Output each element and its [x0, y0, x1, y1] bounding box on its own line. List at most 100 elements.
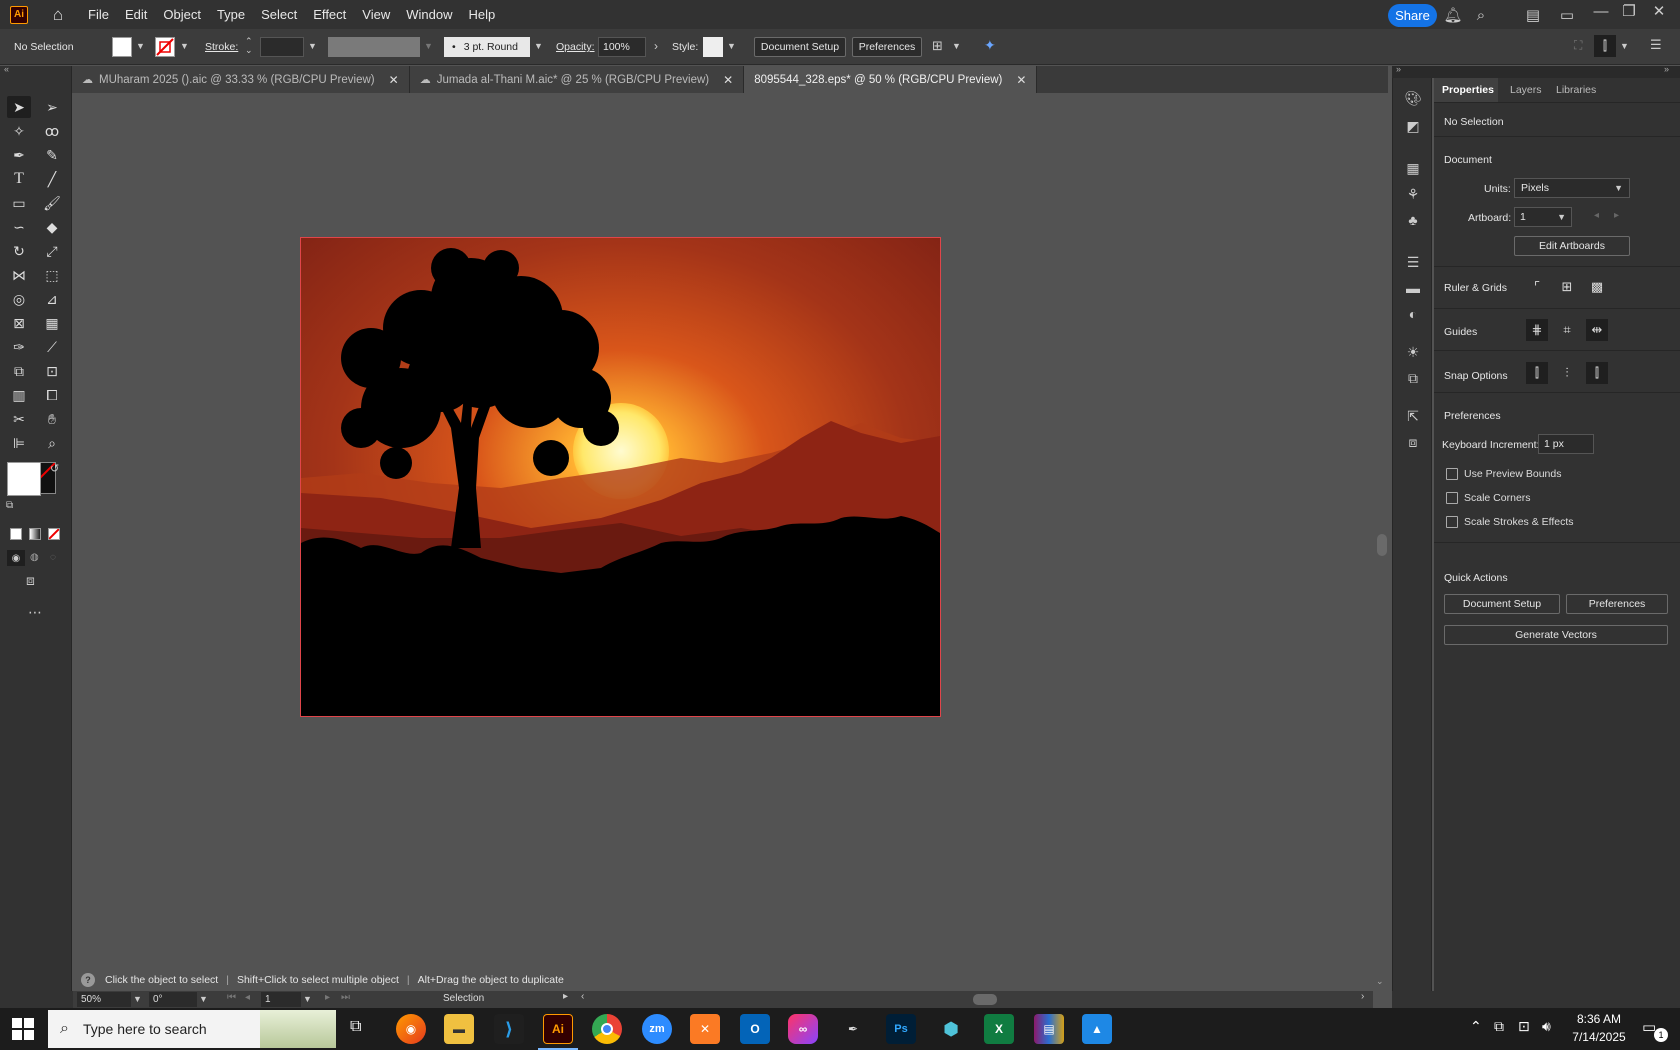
eraser-tool-icon[interactable]: ◆	[40, 216, 64, 238]
brushes-icon[interactable]: ⚘	[1403, 184, 1423, 204]
stroke-dropdown-icon[interactable]: ▼	[180, 41, 189, 51]
scale-tool-icon[interactable]: ⤢	[40, 240, 64, 262]
zoom-dropdown-icon[interactable]: ▼	[133, 994, 142, 1004]
clock-time[interactable]: 8:36 AM	[1568, 1012, 1630, 1026]
symbol-sprayer-tool-icon[interactable]: ⊡	[40, 360, 64, 382]
width-tool-icon[interactable]: ⋈	[7, 264, 31, 286]
creative-cloud-icon[interactable]: ∞	[788, 1014, 818, 1044]
illustrator-icon[interactable]: Ai	[543, 1014, 573, 1044]
opacity-arrow-icon[interactable]: ›	[654, 39, 658, 53]
chrome-icon[interactable]	[592, 1014, 622, 1044]
search-icon[interactable]: ⌕	[1470, 4, 1492, 26]
home-icon[interactable]: ⌂	[48, 5, 68, 25]
fill-swatch[interactable]	[112, 37, 132, 57]
lock-guides-icon[interactable]: ⌗	[1556, 319, 1578, 341]
none-mode-icon[interactable]	[48, 528, 60, 540]
zoom-icon[interactable]: zm	[642, 1014, 672, 1044]
stroke-weight-input[interactable]	[260, 37, 304, 57]
line-tool-icon[interactable]: ╱	[40, 168, 64, 190]
snap-to-grid-icon[interactable]: ⫶	[1556, 362, 1578, 384]
column-graph-tool-icon[interactable]: ▥	[7, 384, 31, 406]
tab-muharam[interactable]: ☁ MUharam 2025 ().aic @ 33.33 % (RGB/CPU…	[72, 66, 410, 93]
draw-inside-icon[interactable]: ◌	[50, 552, 56, 563]
tab-layers[interactable]: Layers	[1502, 78, 1550, 102]
show-hidden-icons-icon[interactable]: ⌃	[1470, 1018, 1482, 1035]
brush-dropdown-icon[interactable]: ▼	[534, 41, 543, 51]
scale-strokes-checkbox[interactable]	[1446, 516, 1458, 528]
preferences-button[interactable]: Preferences	[852, 37, 922, 57]
prev-artboard-icon[interactable]: ◂	[1594, 210, 1599, 221]
close-tab-icon[interactable]: ✕	[389, 73, 399, 87]
smart-guides-icon[interactable]: ⇹	[1586, 319, 1608, 341]
menu-file[interactable]: File	[80, 7, 117, 22]
menu-edit[interactable]: Edit	[117, 7, 155, 22]
snap-to-pixel-icon[interactable]: ⫿	[1586, 362, 1608, 384]
measure-tool-icon[interactable]: ⟋	[40, 336, 64, 358]
align-dropdown-icon[interactable]: ▼	[952, 41, 961, 51]
share-button[interactable]: Share	[1388, 4, 1437, 27]
lasso-tool-icon[interactable]: ꝏ	[40, 120, 64, 142]
edit-artboards-button[interactable]: Edit Artboards	[1514, 236, 1630, 256]
edit-toolbar-icon[interactable]: ⋯	[28, 604, 42, 621]
shape-builder-tool-icon[interactable]: ◎	[7, 288, 31, 310]
stroke-label[interactable]: Stroke:	[205, 41, 238, 53]
xampp-icon[interactable]: ✕	[690, 1014, 720, 1044]
photoshop-icon[interactable]: Ps	[886, 1014, 916, 1044]
artboard-tool-icon[interactable]: ⧠	[40, 384, 64, 406]
stroke-stepper[interactable]: ⌃ ⌄	[245, 37, 253, 55]
free-transform-tool-icon[interactable]: ⬚	[40, 264, 64, 286]
gradient-panel-icon[interactable]: ▬	[1403, 278, 1423, 298]
artboard-nav-dropdown-icon[interactable]: ▼	[303, 994, 312, 1004]
vscode-icon[interactable]: ⟩	[494, 1014, 524, 1044]
horizontal-scroll-thumb[interactable]	[973, 994, 997, 1005]
appearance-icon[interactable]: ☀︎	[1403, 342, 1423, 362]
snap-icon[interactable]: ⫿	[1594, 35, 1616, 57]
rotate-tool-icon[interactable]: ↻	[7, 240, 31, 262]
quick-document-setup-button[interactable]: Document Setup	[1444, 594, 1560, 614]
panel-menu-icon[interactable]: ☰	[1650, 37, 1662, 53]
stroke-panel-icon[interactable]: ☰	[1403, 252, 1423, 272]
outlook-icon[interactable]: O	[740, 1014, 770, 1044]
bell-icon[interactable]: 🔔︎	[1442, 4, 1464, 26]
restore-icon[interactable]: ❐	[1618, 0, 1640, 22]
zoom-input[interactable]: 50%	[77, 992, 131, 1007]
status-menu-icon[interactable]: ▸	[563, 991, 568, 1002]
artboard-dropdown[interactable]: 1 ▼	[1514, 207, 1572, 227]
tab-properties[interactable]: Properties	[1434, 78, 1498, 102]
collapse-panel-icon[interactable]: »	[1664, 64, 1669, 74]
menu-help[interactable]: Help	[460, 7, 503, 22]
stroke-swatch[interactable]	[155, 37, 175, 57]
arrange-documents-icon[interactable]: ▭	[1556, 4, 1578, 26]
stroke-weight-dropdown-icon[interactable]: ▼	[308, 41, 317, 51]
profile-dropdown-icon[interactable]: ▼	[424, 41, 433, 51]
opacity-label[interactable]: Opacity:	[556, 41, 595, 53]
document-setup-button[interactable]: Document Setup	[754, 37, 846, 57]
units-dropdown[interactable]: Pixels ▼	[1514, 178, 1630, 198]
selection-tool-icon[interactable]: ➤	[7, 96, 31, 118]
fill-dropdown-icon[interactable]: ▼	[136, 41, 145, 51]
close-window-icon[interactable]: ✕	[1648, 0, 1670, 22]
screen-mode-icon[interactable]: ⧈	[26, 572, 35, 589]
color-panel-icon[interactable]: 🎨︎	[1403, 88, 1423, 108]
rotate-view-tool-icon[interactable]: ⊫	[7, 432, 31, 454]
tray-app-icon[interactable]: ⧉	[1494, 1018, 1504, 1035]
tab-jumada[interactable]: ☁ Jumada al-Thani M.aic* @ 25 % (RGB/CPU…	[409, 66, 745, 93]
clock-date[interactable]: 7/14/2025	[1568, 1030, 1630, 1044]
quick-preferences-button[interactable]: Preferences	[1566, 594, 1668, 614]
export-icon[interactable]: ⇱	[1403, 406, 1423, 426]
vertical-scroll-thumb[interactable]	[1377, 534, 1387, 556]
arrange-icon[interactable]: ⛶	[1574, 38, 1582, 53]
rectangle-tool-icon[interactable]: ▭	[7, 192, 31, 214]
graphic-style-swatch[interactable]	[703, 37, 723, 57]
type-tool-icon[interactable]: T	[7, 168, 31, 190]
generate-vectors-button[interactable]: Generate Vectors	[1444, 625, 1668, 645]
gradient-mode-icon[interactable]	[29, 528, 41, 540]
direct-selection-tool-icon[interactable]: ➢	[40, 96, 64, 118]
style-dropdown-icon[interactable]: ▼	[727, 41, 736, 51]
tab-libraries[interactable]: Libraries	[1548, 78, 1604, 102]
network-icon[interactable]: ⊡	[1518, 1018, 1530, 1035]
symbols-icon[interactable]: ♣	[1403, 210, 1423, 230]
vertical-scrollbar[interactable]: ⌄	[1374, 94, 1390, 991]
keyboard-increment-input[interactable]: 1 px	[1538, 434, 1594, 454]
tab-8095544[interactable]: 8095544_328.eps* @ 50 % (RGB/CPU Preview…	[744, 66, 1038, 93]
